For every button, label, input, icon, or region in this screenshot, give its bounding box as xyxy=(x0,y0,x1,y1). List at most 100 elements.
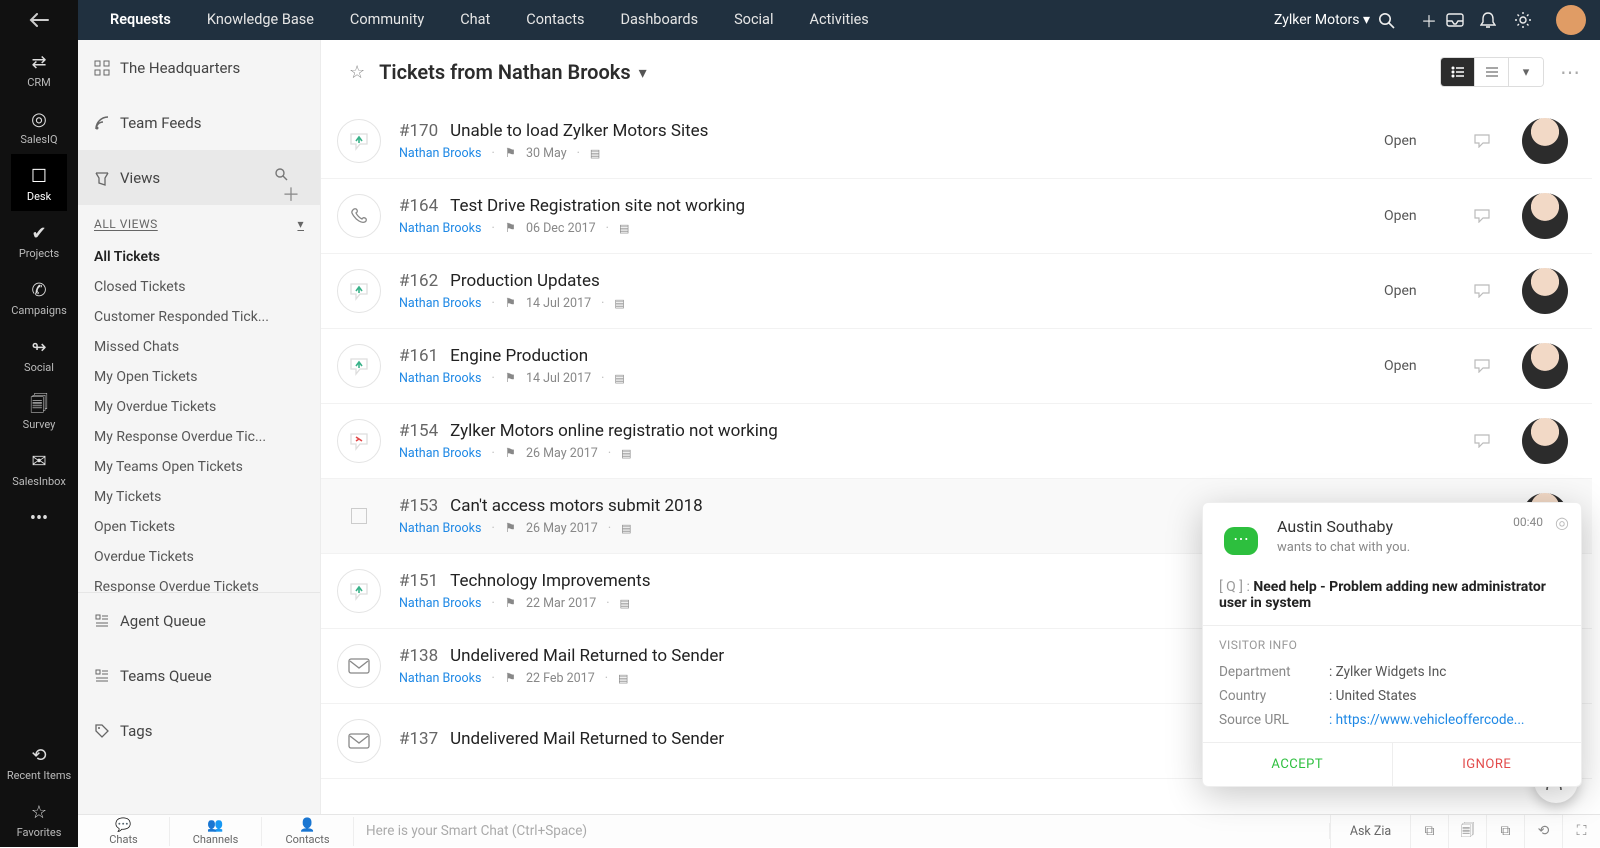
ticket-status: Open xyxy=(1384,358,1474,374)
ask-zia-button[interactable]: Ask Zia xyxy=(1330,815,1410,848)
view-item[interactable]: Closed Tickets xyxy=(78,272,320,302)
bb-action-1[interactable]: ⧉ xyxy=(1410,815,1448,848)
sidebar-team-feeds[interactable]: Team Feeds xyxy=(78,95,320,150)
comment-icon[interactable] xyxy=(1474,209,1514,223)
salesinbox-icon: ✉ xyxy=(11,449,67,475)
ticket-owner-link[interactable]: Nathan Brooks xyxy=(399,296,481,311)
comment-icon[interactable] xyxy=(1474,134,1514,148)
rail-item-survey[interactable]: 🗐Survey xyxy=(11,382,67,439)
desk-icon: ☐ xyxy=(11,164,67,190)
rail-item-crm[interactable]: ⇄CRM xyxy=(11,40,67,97)
gear-icon[interactable] xyxy=(1514,11,1548,29)
ticket-title: #162Production Updates xyxy=(399,271,1384,291)
sidebar-tags[interactable]: Tags xyxy=(78,703,320,758)
favorite-star-icon[interactable]: ☆ xyxy=(349,62,365,83)
ticket-owner-link[interactable]: Nathan Brooks xyxy=(399,146,481,161)
rail-collapse-icon[interactable] xyxy=(0,0,78,40)
bb-action-4[interactable]: ⟲ xyxy=(1524,815,1562,848)
queue-icon xyxy=(94,668,120,684)
view-item[interactable]: Customer Responded Tick... xyxy=(78,302,320,332)
rail-item-social[interactable]: ↬Social xyxy=(11,325,67,382)
view-options-dropdown[interactable]: ▾ xyxy=(1509,58,1543,86)
nav-activities[interactable]: Activities xyxy=(791,0,886,40)
sidebar-headquarters[interactable]: The Headquarters xyxy=(78,40,320,95)
all-views-dropdown[interactable]: ALL VIEWS ▾ xyxy=(78,205,320,240)
rail-item-salesinbox[interactable]: ✉SalesInbox xyxy=(11,439,67,496)
ticket-row[interactable]: #170Unable to load Zylker Motors SitesNa… xyxy=(321,104,1592,179)
nav-chat[interactable]: Chat xyxy=(442,0,508,40)
view-item[interactable]: Overdue Tickets xyxy=(78,542,320,572)
view-title[interactable]: Tickets from Nathan Brooks xyxy=(379,60,630,84)
view-item[interactable]: My Open Tickets xyxy=(78,362,320,392)
accept-chat-button[interactable]: ACCEPT xyxy=(1203,743,1393,786)
source-url-link[interactable]: : https://www.vehicleoffercode... xyxy=(1329,712,1565,728)
sidebar-agent-queue[interactable]: Agent Queue xyxy=(78,593,320,648)
assignee-avatar[interactable] xyxy=(1522,418,1568,464)
inbox-icon[interactable] xyxy=(1446,13,1480,27)
sidebar-views-header[interactable]: Views ＋ xyxy=(78,150,320,205)
compact-view-button[interactable] xyxy=(1475,58,1509,86)
view-item[interactable]: My Tickets xyxy=(78,482,320,512)
list-view-button[interactable] xyxy=(1441,58,1475,86)
comment-icon[interactable] xyxy=(1474,434,1514,448)
nav-social[interactable]: Social xyxy=(716,0,791,40)
view-item[interactable]: My Response Overdue Tic... xyxy=(78,422,320,452)
ticket-row[interactable]: #154Zylker Motors online registratio not… xyxy=(321,404,1592,479)
add-icon[interactable]: ＋ xyxy=(1412,8,1446,32)
comment-icon[interactable] xyxy=(1474,284,1514,298)
nav-community[interactable]: Community xyxy=(332,0,442,40)
bb-action-3[interactable]: ⧉ xyxy=(1486,815,1524,848)
rail-item-salesiq[interactable]: ◎SalesIQ xyxy=(11,97,67,154)
view-item[interactable]: My Teams Open Tickets xyxy=(78,452,320,482)
nav-dashboards[interactable]: Dashboards xyxy=(602,0,716,40)
nav-contacts[interactable]: Contacts xyxy=(508,0,602,40)
smart-chat-input[interactable]: Here is your Smart Chat (Ctrl+Space) xyxy=(354,823,1330,839)
ticket-row[interactable]: #164Test Drive Registration site not wor… xyxy=(321,179,1592,254)
nav-knowledge-base[interactable]: Knowledge Base xyxy=(189,0,332,40)
search-icon[interactable] xyxy=(1378,12,1412,29)
more-actions-icon[interactable]: ⋯ xyxy=(1560,60,1582,84)
views-add-icon[interactable]: ＋ xyxy=(278,185,304,206)
ignore-chat-button[interactable]: IGNORE xyxy=(1393,743,1582,786)
rail-favorites[interactable]: ☆Favorites xyxy=(0,790,78,847)
view-item[interactable]: Missed Chats xyxy=(78,332,320,362)
rail-recent-items[interactable]: ⟲Recent Items xyxy=(0,733,78,790)
bb-action-5[interactable]: ⛶ xyxy=(1562,815,1600,848)
channel-icon xyxy=(337,719,381,763)
bottombar-tab-contacts[interactable]: 👤Contacts xyxy=(262,817,354,846)
rail-more[interactable]: ••• xyxy=(0,496,78,540)
view-title-dropdown[interactable]: ▾ xyxy=(639,63,647,82)
campaigns-icon: ✆ xyxy=(11,278,67,304)
rail-item-desk[interactable]: ☐Desk xyxy=(11,154,67,211)
ticket-row[interactable]: #162Production UpdatesNathan Brooks·⚑14 … xyxy=(321,254,1592,329)
user-avatar[interactable] xyxy=(1556,5,1586,35)
view-item[interactable]: My Overdue Tickets xyxy=(78,392,320,422)
bottombar-tab-channels[interactable]: 👥Channels xyxy=(170,817,262,846)
ticket-row[interactable]: #161Engine ProductionNathan Brooks·⚑14 J… xyxy=(321,329,1592,404)
assignee-avatar[interactable] xyxy=(1522,118,1568,164)
ticket-checkbox[interactable] xyxy=(351,508,367,524)
bottombar-tab-chats[interactable]: 💬Chats xyxy=(78,817,170,846)
assignee-avatar[interactable] xyxy=(1522,343,1568,389)
ticket-owner-link[interactable]: Nathan Brooks xyxy=(399,671,481,686)
bell-icon[interactable] xyxy=(1480,11,1514,29)
ticket-owner-link[interactable]: Nathan Brooks xyxy=(399,371,481,386)
view-item[interactable]: Response Overdue Tickets xyxy=(78,572,320,592)
rail-item-campaigns[interactable]: ✆Campaigns xyxy=(11,268,67,325)
view-item[interactable]: All Tickets xyxy=(78,242,320,272)
bb-action-2[interactable]: 🗐 xyxy=(1448,815,1486,848)
rail-item-projects[interactable]: ✔Projects xyxy=(11,211,67,268)
ticket-owner-link[interactable]: Nathan Brooks xyxy=(399,446,481,461)
ticket-owner-link[interactable]: Nathan Brooks xyxy=(399,596,481,611)
assignee-avatar[interactable] xyxy=(1522,193,1568,239)
org-switcher[interactable]: Zylker Motors ▾ xyxy=(1274,12,1370,28)
sidebar-teams-queue[interactable]: Teams Queue xyxy=(78,648,320,703)
chat-target-icon[interactable]: ◎ xyxy=(1555,513,1569,532)
ticket-owner-link[interactable]: Nathan Brooks xyxy=(399,221,481,236)
views-icon xyxy=(94,170,120,186)
nav-requests[interactable]: Requests xyxy=(92,0,189,40)
view-item[interactable]: Open Tickets xyxy=(78,512,320,542)
ticket-owner-link[interactable]: Nathan Brooks xyxy=(399,521,481,536)
comment-icon[interactable] xyxy=(1474,359,1514,373)
assignee-avatar[interactable] xyxy=(1522,268,1568,314)
